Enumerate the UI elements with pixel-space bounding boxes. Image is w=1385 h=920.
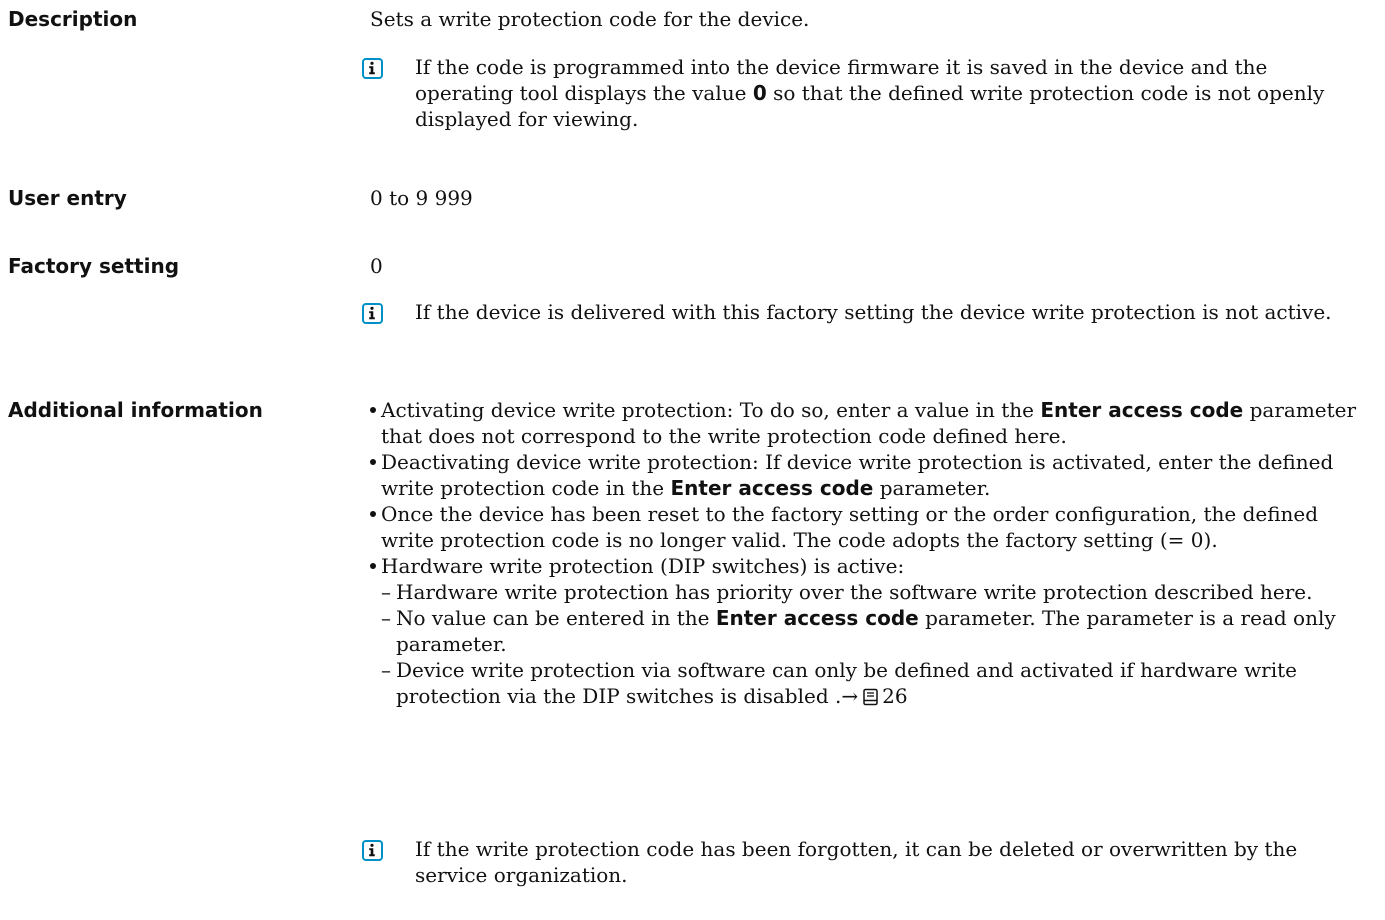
list-item: Once the device has been reset to the fa… [370,501,1370,553]
info-icon [362,303,383,324]
displayed-value: 0 [752,81,767,105]
description-label: Description [8,7,138,31]
additional-information-label: Additional information [8,398,263,422]
user-entry-label: User entry [8,186,127,210]
description-text: Sets a write protection code for the dev… [370,7,810,31]
sub-list-item: No value can be entered in the Enter acc… [381,605,1370,657]
sub-list: Hardware write protection has priority o… [381,579,1370,712]
user-entry-value: 0 to 9 999 [370,186,473,210]
arrow-right-icon: → [841,684,859,708]
list-item: Activating device write protection: To d… [370,397,1370,449]
additional-information-content: Activating device write protection: To d… [370,397,1370,712]
info-icon [362,840,383,861]
sub-list-item: Hardware write protection has priority o… [381,579,1370,605]
page-number: 26 [882,684,908,708]
list-item: Deactivating device write protection: If… [370,449,1370,501]
description-note-text: If the code is programmed into the devic… [415,55,1325,131]
parameter-name: Enter access code [670,476,874,500]
info-icon [362,58,383,79]
list-item: Hardware write protection (DIP switches)… [370,553,1370,712]
factory-setting-value: 0 [370,254,383,278]
sub-list-item: Device write protection via software can… [381,657,1370,712]
factory-setting-note-text: If the device is delivered with this fac… [415,300,1332,324]
bullet-list: Activating device write protection: To d… [370,397,1370,712]
book-icon [862,686,880,712]
page-reference-link[interactable]: → 26 [841,684,907,708]
factory-setting-label: Factory setting [8,254,180,278]
parameter-name: Enter access code [715,606,919,630]
parameter-name: Enter access code [1040,398,1244,422]
additional-information-note-text: If the write protection code has been fo… [415,837,1298,887]
